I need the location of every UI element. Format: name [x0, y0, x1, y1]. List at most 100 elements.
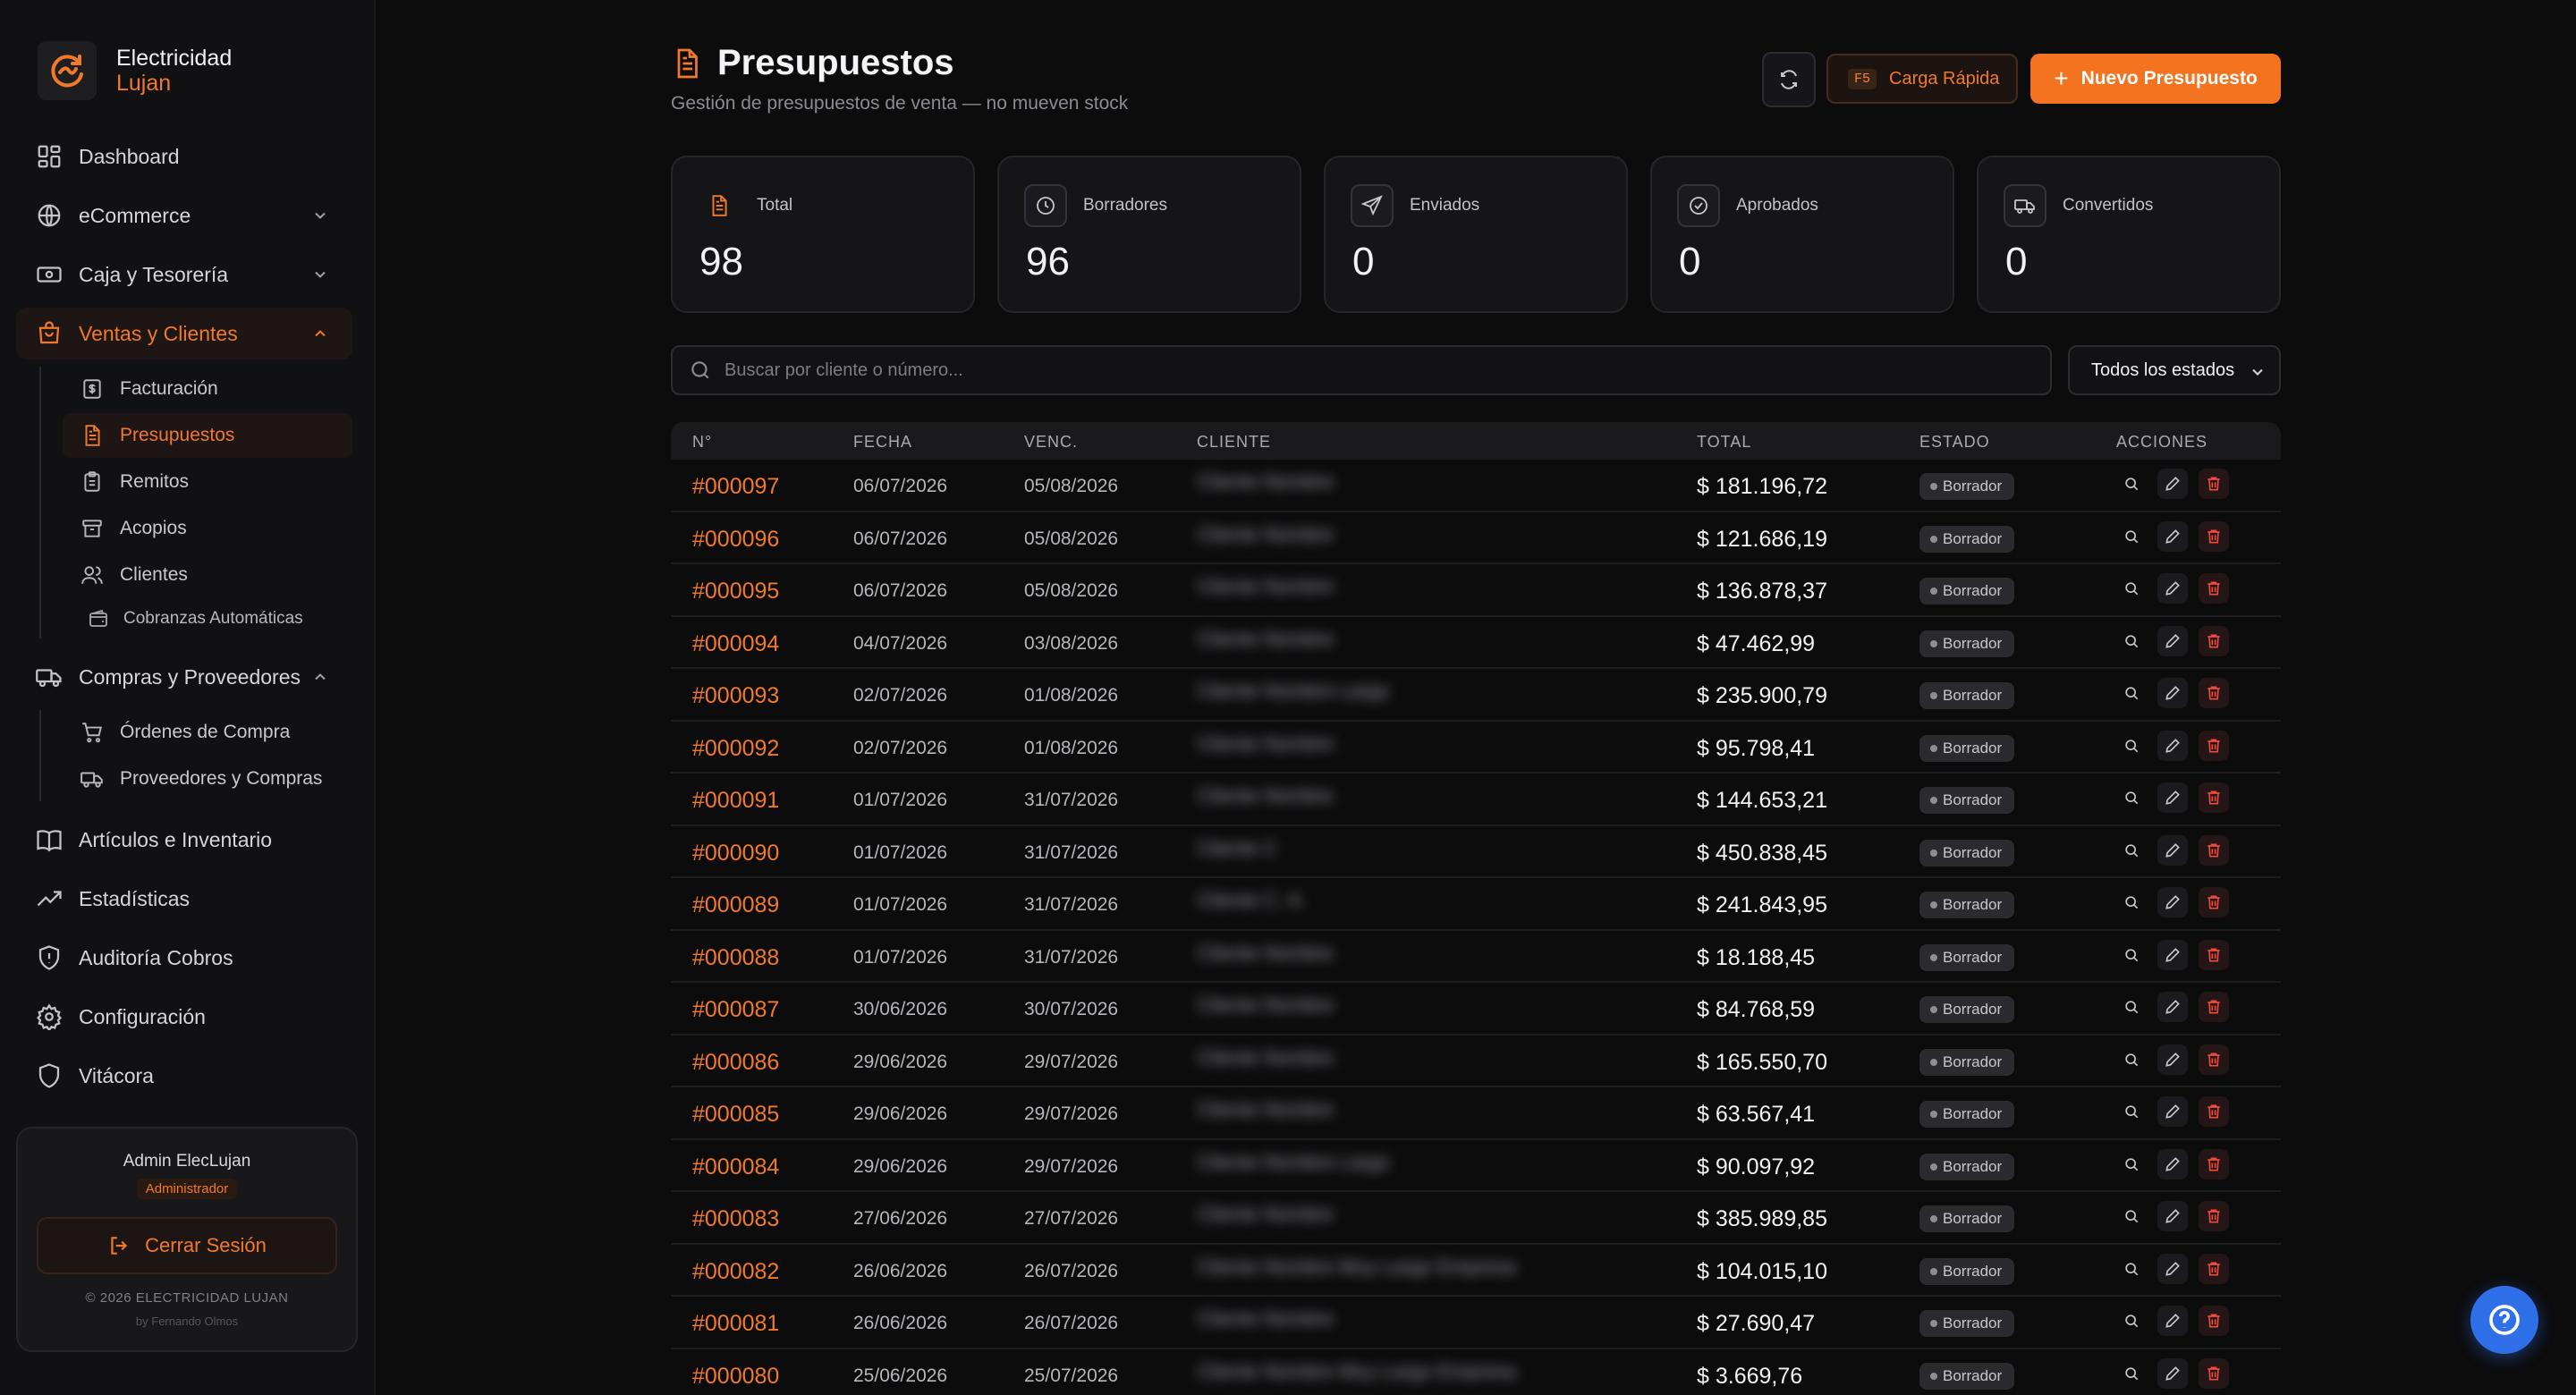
edit-button[interactable] [2157, 1201, 2188, 1231]
search-input[interactable] [724, 359, 1977, 381]
budget-number-link[interactable]: #000083 [692, 1206, 779, 1232]
edit-button[interactable] [2157, 573, 2188, 604]
table-row[interactable]: #000094 04/07/2026 03/08/2026 Cliente No… [671, 617, 2281, 669]
help-button[interactable] [2470, 1286, 2538, 1354]
budget-number-link[interactable]: #000085 [692, 1102, 779, 1128]
sidebar-item-estadisticas[interactable]: Estadísticas [16, 873, 352, 925]
sidebar-item-compras[interactable]: Compras y Proveedores [16, 651, 352, 703]
edit-button[interactable] [2157, 625, 2188, 656]
sidebar-item-proveedores[interactable]: Proveedores y Compras [63, 757, 352, 801]
table-row[interactable]: #000081 26/06/2026 26/07/2026 Cliente No… [671, 1297, 2281, 1349]
view-button[interactable] [2116, 1096, 2147, 1127]
table-row[interactable]: #000080 25/06/2026 25/07/2026 Cliente No… [671, 1349, 2281, 1395]
view-button[interactable] [2116, 731, 2147, 761]
sidebar-item-articulos[interactable]: Artículos e Inventario [16, 814, 352, 866]
table-row[interactable]: #000097 06/07/2026 05/08/2026 Cliente No… [671, 460, 2281, 512]
edit-button[interactable] [2157, 1148, 2188, 1179]
table-row[interactable]: #000084 29/06/2026 29/07/2026 Cliente No… [671, 1140, 2281, 1192]
view-button[interactable] [2116, 521, 2147, 552]
budget-number-link[interactable]: #000094 [692, 631, 779, 657]
sidebar-item-ecommerce[interactable]: eCommerce [16, 190, 352, 241]
view-button[interactable] [2116, 887, 2147, 917]
table-row[interactable]: #000090 01/07/2026 31/07/2026 Cliente C … [671, 826, 2281, 878]
table-row[interactable]: #000083 27/06/2026 27/07/2026 Cliente No… [671, 1192, 2281, 1245]
budget-number-link[interactable]: #000089 [692, 892, 779, 918]
chevron-up-icon[interactable] [311, 668, 329, 686]
budget-number-link[interactable]: #000087 [692, 997, 779, 1023]
delete-button[interactable] [2199, 1201, 2229, 1231]
budget-number-link[interactable]: #000082 [692, 1259, 779, 1285]
delete-button[interactable] [2199, 1306, 2229, 1336]
edit-button[interactable] [2157, 1357, 2188, 1389]
delete-button[interactable] [2199, 1044, 2229, 1075]
budget-number-link[interactable]: #000081 [692, 1311, 779, 1337]
view-button[interactable] [2116, 469, 2147, 499]
view-button[interactable] [2116, 1306, 2147, 1336]
sidebar-item-presupuestos[interactable]: Presupuestos [63, 413, 352, 458]
budget-number-link[interactable]: #000096 [692, 527, 779, 553]
view-button[interactable] [2116, 1149, 2147, 1179]
view-button[interactable] [2116, 992, 2147, 1022]
new-budget-button[interactable]: + Nuevo Presupuesto [2030, 54, 2281, 104]
delete-button[interactable] [2199, 678, 2229, 708]
refresh-button[interactable] [1762, 52, 1816, 107]
table-row[interactable]: #000091 01/07/2026 31/07/2026 Cliente No… [671, 774, 2281, 826]
edit-button[interactable] [2157, 678, 2188, 708]
status-filter-select[interactable]: Todos los estados [2068, 345, 2281, 395]
budget-number-link[interactable]: #000092 [692, 736, 779, 762]
sidebar-item-facturacion[interactable]: Facturación [63, 367, 352, 411]
edit-button[interactable] [2157, 730, 2188, 761]
table-row[interactable]: #000087 30/06/2026 30/07/2026 Cliente No… [671, 983, 2281, 1036]
delete-button[interactable] [2199, 1357, 2229, 1389]
budget-number-link[interactable]: #000091 [692, 788, 779, 814]
delete-button[interactable] [2199, 573, 2229, 604]
column-header-num[interactable]: N° [692, 433, 712, 452]
delete-button[interactable] [2199, 1096, 2229, 1127]
edit-button[interactable] [2157, 1044, 2188, 1075]
edit-button[interactable] [2157, 939, 2188, 970]
logout-button[interactable]: Cerrar Sesión [37, 1217, 337, 1274]
budget-number-link[interactable]: #000080 [692, 1364, 779, 1390]
edit-button[interactable] [2157, 1253, 2188, 1284]
sidebar-item-caja[interactable]: Caja y Tesorería [16, 249, 352, 300]
sidebar-item-ventas[interactable]: Ventas y Clientes [16, 308, 352, 359]
budget-number-link[interactable]: #000086 [692, 1050, 779, 1076]
edit-button[interactable] [2157, 992, 2188, 1022]
view-button[interactable] [2116, 1044, 2147, 1075]
view-button[interactable] [2116, 940, 2147, 970]
table-row[interactable]: #000086 29/06/2026 29/07/2026 Cliente No… [671, 1036, 2281, 1087]
table-row[interactable]: #000088 01/07/2026 31/07/2026 Cliente No… [671, 931, 2281, 983]
table-row[interactable]: #000095 06/07/2026 05/08/2026 Cliente No… [671, 564, 2281, 617]
view-button[interactable] [2116, 835, 2147, 866]
chevron-down-icon[interactable] [311, 266, 329, 283]
delete-button[interactable] [2199, 992, 2229, 1022]
edit-button[interactable] [2157, 469, 2188, 499]
column-header-cliente[interactable]: CLIENTE [1197, 433, 1271, 452]
edit-button[interactable] [2157, 520, 2188, 552]
edit-button[interactable] [2157, 887, 2188, 917]
edit-button[interactable] [2157, 782, 2188, 813]
table-row[interactable]: #000093 02/07/2026 01/08/2026 Cliente No… [671, 669, 2281, 722]
table-row[interactable]: #000085 29/06/2026 29/07/2026 Cliente No… [671, 1087, 2281, 1140]
delete-button[interactable] [2199, 939, 2229, 970]
brand[interactable]: Electricidad Lujan [38, 41, 232, 100]
budget-number-link[interactable]: #000088 [692, 945, 779, 971]
view-button[interactable] [2116, 573, 2147, 604]
sidebar-item-configuracion[interactable]: Configuración [16, 991, 352, 1043]
view-button[interactable] [2116, 1254, 2147, 1284]
sidebar-item-vitacora[interactable]: Vitácora [16, 1050, 352, 1102]
edit-button[interactable] [2157, 1306, 2188, 1336]
view-button[interactable] [2116, 782, 2147, 813]
edit-button[interactable] [2157, 834, 2188, 866]
delete-button[interactable] [2199, 520, 2229, 552]
column-header-fecha[interactable]: FECHA [853, 433, 912, 452]
delete-button[interactable] [2199, 625, 2229, 656]
sidebar-item-acopios[interactable]: Acopios [63, 506, 352, 551]
chevron-up-icon[interactable] [311, 325, 329, 342]
delete-button[interactable] [2199, 1148, 2229, 1179]
sidebar-item-ordenes[interactable]: Órdenes de Compra [63, 710, 352, 755]
delete-button[interactable] [2199, 469, 2229, 499]
budget-number-link[interactable]: #000093 [692, 683, 779, 709]
sidebar-item-clientes[interactable]: Clientes [63, 553, 352, 597]
delete-button[interactable] [2199, 782, 2229, 813]
